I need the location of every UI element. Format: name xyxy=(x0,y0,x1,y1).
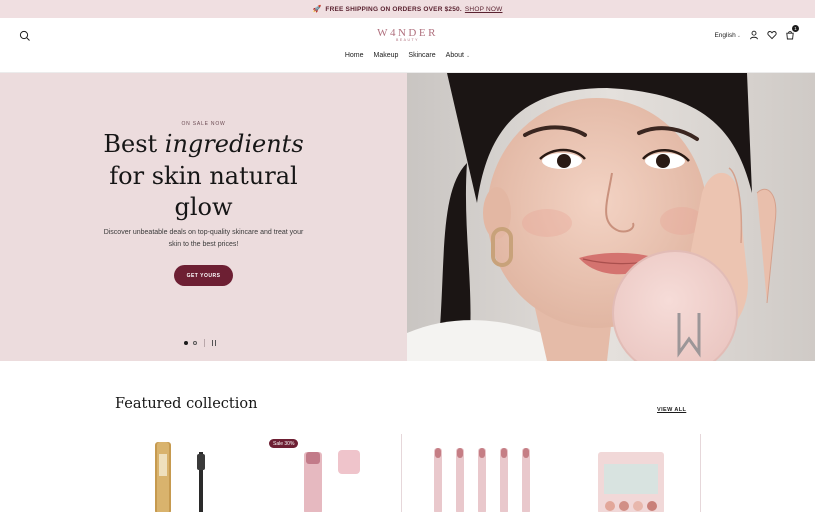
nav-skincare[interactable]: Skincare xyxy=(408,52,435,59)
slide-dot-2[interactable] xyxy=(193,341,197,345)
slide-dot-1[interactable] xyxy=(184,341,188,345)
nav-about-label: About xyxy=(445,52,464,59)
headline-emphasis: ingredients xyxy=(164,130,304,158)
nav-about[interactable]: About ⌄ xyxy=(446,52,471,59)
hero-eyebrow: ON SALE NOW xyxy=(181,121,226,127)
language-selector[interactable]: English⌄ xyxy=(714,32,741,39)
brand-logo[interactable]: W4NDER BEAUTY xyxy=(0,27,815,42)
product-card[interactable]: Sale 30% xyxy=(258,434,401,512)
view-all-link[interactable]: VIEW ALL xyxy=(657,407,686,413)
announcement-bar: 🚀 FREE SHIPPING ON ORDERS OVER $250. SHO… xyxy=(0,0,815,18)
headline-line-1: Best ingredients xyxy=(0,129,407,161)
chevron-down-icon: ⌄ xyxy=(736,32,741,39)
product-image-eyeshadow-palette xyxy=(598,452,664,512)
language-label: English xyxy=(714,31,736,39)
hero-subcopy: Discover unbeatable deals on top-quality… xyxy=(103,229,304,248)
headline-lead: Best xyxy=(103,130,165,158)
rocket-icon: 🚀 xyxy=(312,6,322,13)
account-icon[interactable] xyxy=(749,30,759,40)
shop-now-link[interactable]: SHOP NOW xyxy=(465,6,503,13)
cart-button[interactable]: 1 xyxy=(785,25,799,40)
hero-headline: Best ingredients for skin natural glow xyxy=(0,129,407,224)
pause-icon[interactable] xyxy=(212,340,217,346)
product-image-tube-mascara xyxy=(155,442,205,512)
headline-line-3: glow xyxy=(174,193,233,221)
site-header: W4NDER BEAUTY Home Makeup Skincare About… xyxy=(0,18,815,73)
slideshow-controls xyxy=(184,339,217,347)
logo-subtitle: BEAUTY xyxy=(395,38,419,42)
get-yours-button[interactable]: GET YOURS xyxy=(174,265,233,286)
announcement-text: FREE SHIPPING ON ORDERS OVER $250. xyxy=(325,5,462,13)
hero-panel: ON SALE NOW Best ingredients for skin na… xyxy=(0,73,407,361)
main-nav: Home Makeup Skincare About ⌄ xyxy=(0,52,815,59)
sale-badge: Sale 30% xyxy=(269,439,299,448)
hero-image xyxy=(407,73,815,361)
featured-collection-title: Featured collection xyxy=(115,396,258,412)
controls-divider xyxy=(204,339,205,347)
product-image-lip-liners xyxy=(434,448,530,512)
nav-makeup[interactable]: Makeup xyxy=(374,52,399,59)
product-card[interactable] xyxy=(115,434,258,512)
wishlist-icon[interactable] xyxy=(767,30,777,40)
chevron-down-icon: ⌄ xyxy=(465,53,471,59)
headline-line-2: for skin natural xyxy=(109,161,298,190)
nav-home[interactable]: Home xyxy=(345,52,364,59)
model-photo-illustration xyxy=(407,73,815,361)
product-card[interactable] xyxy=(401,434,544,512)
cart-count-badge: 1 xyxy=(792,25,799,32)
product-card[interactable] xyxy=(558,434,701,512)
header-actions: English⌄ 1 xyxy=(714,25,799,40)
